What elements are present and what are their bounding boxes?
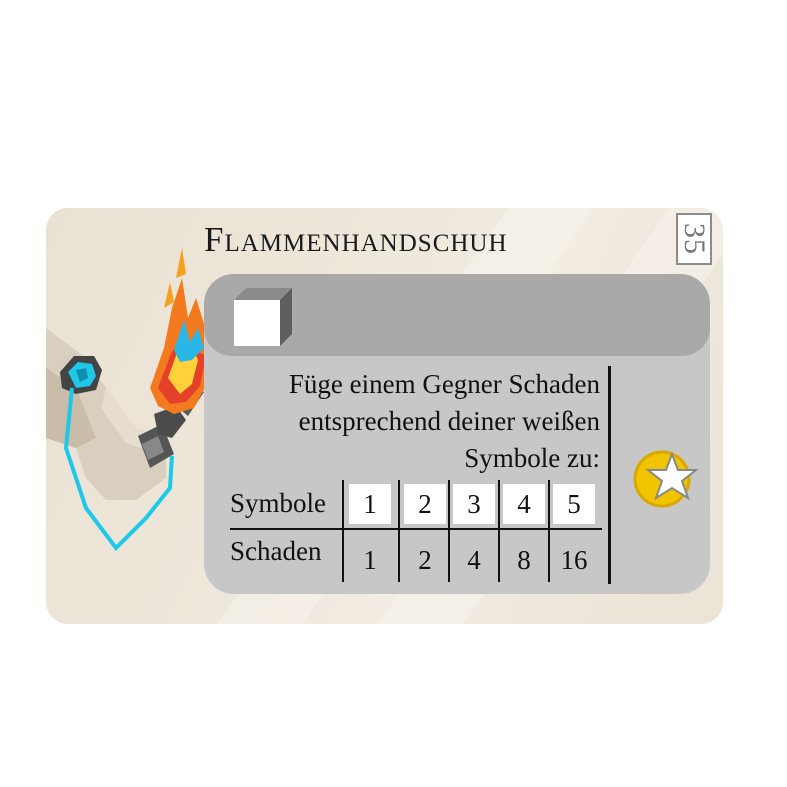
- flame-gauntlet-icon: [46, 248, 222, 552]
- table-separator: [342, 480, 344, 582]
- table-separator: [398, 480, 400, 582]
- table-row-label-damage: Schaden: [230, 536, 322, 566]
- table-separator: [548, 480, 550, 582]
- effect-line-3: Symbole zu:: [464, 443, 600, 473]
- effect-text: Füge einem Gegner Schaden entsprechend d…: [224, 366, 600, 477]
- card-title: Flammenhandschuh: [204, 220, 508, 259]
- effect-line-1: Füge einem Gegner Schaden: [288, 369, 600, 399]
- white-cube-icon: [234, 288, 292, 346]
- symbol-cell: 2: [404, 484, 446, 524]
- star-icon: [633, 450, 699, 508]
- card-number: 35: [678, 223, 711, 255]
- damage-cell: 1: [363, 544, 377, 575]
- effect-panel: Füge einem Gegner Schaden entsprechend d…: [204, 274, 710, 594]
- item-card[interactable]: Flammenhandschuh 35 Füge einem Gegner Sc…: [46, 208, 723, 624]
- damage-cell: 16: [560, 544, 588, 575]
- symbol-cell: 5: [553, 484, 595, 524]
- damage-cell: 2: [418, 544, 432, 575]
- symbol-cell: 3: [453, 484, 495, 524]
- table-row-label-symbols: Symbole: [230, 488, 327, 518]
- card-number-badge: 35: [676, 213, 712, 265]
- damage-cell: 8: [517, 544, 531, 575]
- table-divider-horizontal: [230, 528, 602, 530]
- table-separator: [498, 480, 500, 582]
- table-separator: [448, 480, 450, 582]
- damage-cell: 4: [467, 544, 481, 575]
- divider-vertical: [608, 366, 611, 584]
- effect-line-2: entsprechend deiner weißen: [298, 406, 600, 436]
- symbol-cell: 4: [503, 484, 545, 524]
- cost-header: [204, 274, 710, 356]
- symbol-cell: 1: [349, 484, 391, 524]
